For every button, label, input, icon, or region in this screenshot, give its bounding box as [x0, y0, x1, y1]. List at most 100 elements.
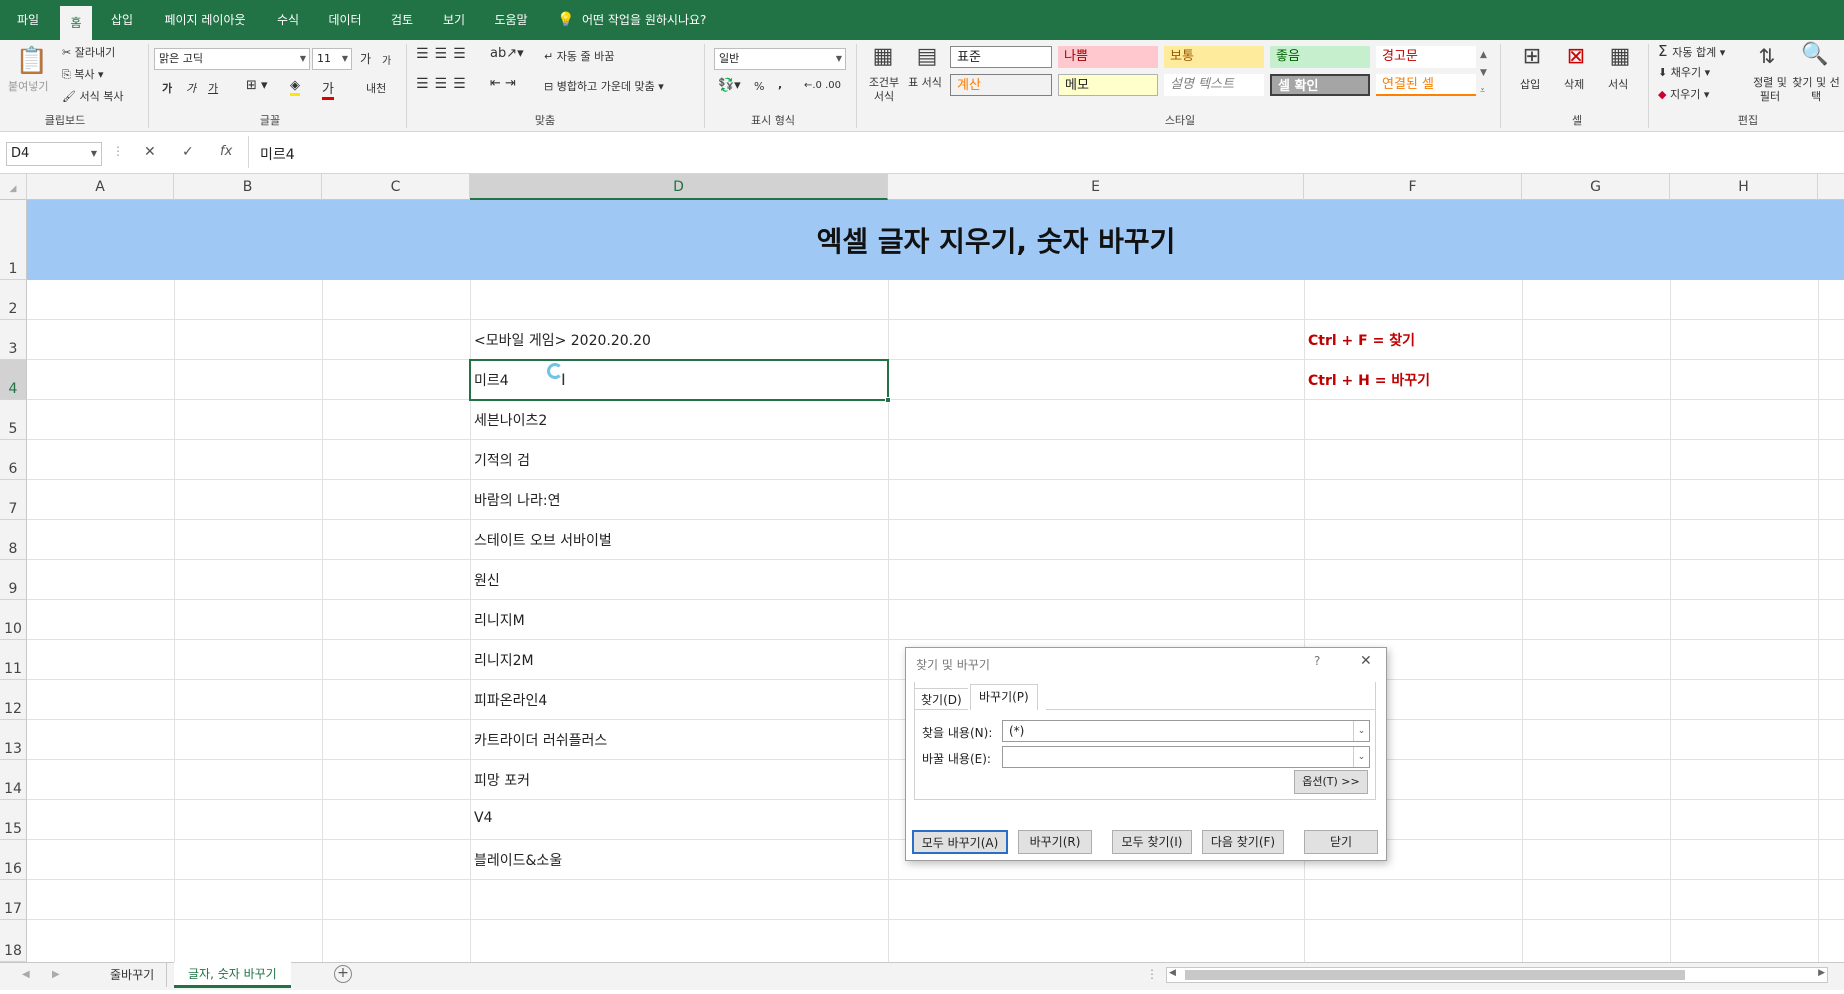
replace-input[interactable]: ⌄ — [1002, 746, 1370, 768]
chevron-down-icon[interactable]: ▼ — [91, 143, 97, 165]
comma-button[interactable]: , — [778, 78, 782, 91]
column-header-c[interactable]: C — [322, 174, 470, 200]
row-header-5[interactable]: 5 — [0, 400, 27, 440]
horizontal-scrollbar[interactable]: ◀ ▶ — [1166, 967, 1828, 983]
add-sheet-icon[interactable]: + — [334, 965, 352, 983]
style-explanatory[interactable]: 설명 텍스트 — [1164, 74, 1264, 96]
cell-f3[interactable]: Ctrl + F = 찾기 — [1308, 330, 1415, 350]
clear-button[interactable]: ◆ 지우기 ▾ — [1658, 86, 1709, 102]
wrap-text-button[interactable]: ↵ 자동 줄 바꿈 — [544, 48, 614, 64]
fill-handle[interactable] — [885, 397, 891, 403]
replace-all-button[interactable]: 모두 바꾸기(A) — [912, 830, 1008, 854]
format-cells-icon[interactable]: ▦ — [1604, 44, 1636, 69]
sheet-title-cell[interactable]: 엑셀 글자 지우기, 숫자 바꾸기 — [27, 220, 1844, 260]
fill-color-icon[interactable]: ◈ — [290, 78, 300, 96]
cell-d13[interactable]: 카트라이더 러쉬플러스 — [474, 730, 607, 750]
style-calculation[interactable]: 계산 — [950, 74, 1052, 96]
row-header-11[interactable]: 11 — [0, 640, 27, 680]
prev-sheet-icon[interactable]: ◀ — [22, 969, 30, 980]
style-neutral[interactable]: 보통 — [1164, 46, 1264, 68]
orientation-icon[interactable]: ab↗▾ — [490, 46, 524, 61]
sheet-tab-2[interactable]: 글자, 숫자 바꾸기 — [174, 962, 291, 988]
delete-cells-button[interactable]: 삭제 — [1564, 76, 1584, 92]
format-cells-button[interactable]: 서식 — [1608, 76, 1628, 92]
indent-icons[interactable]: ⇤ ⇥ — [490, 76, 516, 91]
paste-icon[interactable]: 📋 — [14, 46, 50, 76]
sort-filter-button[interactable]: 정렬 및 필터 — [1748, 76, 1792, 104]
cell-d3[interactable]: <모바일 게임> 2020.20.20 — [474, 330, 651, 350]
table-format-button[interactable]: 표 서식 — [908, 76, 942, 90]
format-painter-button[interactable]: 🖌 서식 복사 — [62, 88, 123, 104]
font-name-select[interactable]: 맑은 고딕 ▼ — [154, 48, 310, 70]
find-select-button[interactable]: 찾기 및 선택 — [1792, 76, 1840, 104]
cut-button[interactable]: ✂ 잘라내기 — [62, 44, 115, 60]
decimal-icons[interactable]: ←.0 .00 — [804, 80, 841, 91]
row-header-16[interactable]: 16 — [0, 840, 27, 880]
tab-home[interactable]: 홈 — [60, 6, 92, 40]
horizontal-align-icons[interactable]: ☰☰☰ — [416, 76, 472, 92]
insert-cells-button[interactable]: 삽입 — [1520, 76, 1540, 92]
phonetic-button[interactable]: 내천 — [366, 80, 386, 96]
row-header-9[interactable]: 9 — [0, 560, 27, 600]
cell-d8[interactable]: 스테이트 오브 서바이벌 — [474, 530, 612, 550]
cancel-icon[interactable]: ✕ — [144, 144, 156, 160]
italic-button[interactable]: 가 — [186, 80, 196, 96]
row-header-18[interactable]: 18 — [0, 920, 27, 962]
close-icon[interactable]: ✕ — [1360, 653, 1372, 669]
row-header-2[interactable]: 2 — [0, 280, 27, 320]
shrink-font-button[interactable]: 가 — [382, 52, 391, 67]
merge-center-button[interactable]: ⊟ 병합하고 가운데 맞춤 ▾ — [544, 78, 664, 94]
tab-page-layout[interactable]: 페이지 레이아웃 — [156, 0, 254, 40]
column-header-h[interactable]: H — [1670, 174, 1818, 200]
style-good[interactable]: 좋음 — [1270, 46, 1370, 68]
row-header-15[interactable]: 15 — [0, 800, 27, 840]
options-button[interactable]: 옵션(T) >> — [1294, 770, 1368, 794]
tab-data[interactable]: 데이터 — [322, 0, 368, 40]
delete-cells-icon[interactable]: ⊠ — [1560, 44, 1592, 69]
currency-icon[interactable]: 💱▾ — [718, 78, 741, 93]
scrollbar-thumb[interactable] — [1185, 970, 1685, 980]
style-linked-cell[interactable]: 연결된 셀 — [1376, 74, 1476, 96]
find-next-button[interactable]: 다음 찾기(F) — [1202, 830, 1284, 854]
next-sheet-icon[interactable]: ▶ — [52, 969, 60, 980]
column-header-b[interactable]: B — [174, 174, 322, 200]
grow-font-button[interactable]: 가 — [360, 50, 371, 67]
tell-me-search[interactable]: 어떤 작업을 원하시나요? — [582, 0, 722, 40]
help-icon[interactable]: ? — [1314, 654, 1320, 668]
column-header-a[interactable]: A — [27, 174, 174, 200]
row-header-13[interactable]: 13 — [0, 720, 27, 760]
find-select-icon[interactable]: 🔍 — [1800, 42, 1830, 67]
conditional-format-icon[interactable]: ▦ — [866, 44, 900, 69]
cell-d7[interactable]: 바람의 나라:연 — [474, 490, 560, 510]
row-header-6[interactable]: 6 — [0, 440, 27, 480]
find-input[interactable]: (*) ⌄ — [1002, 720, 1370, 742]
font-size-select[interactable]: 11 ▼ — [312, 48, 352, 70]
tab-view[interactable]: 보기 — [436, 0, 472, 40]
tab-review[interactable]: 검토 — [384, 0, 420, 40]
vertical-align-icons[interactable]: ☰☰☰ — [416, 46, 472, 62]
find-all-button[interactable]: 모두 찾기(I) — [1112, 830, 1192, 854]
cell-d11[interactable]: 리니지2M — [474, 650, 534, 670]
insert-cells-icon[interactable]: ⊞ — [1516, 44, 1548, 69]
replace-history-dropdown[interactable]: ⌄ — [1353, 747, 1369, 767]
cell-d9[interactable]: 원신 — [474, 570, 500, 590]
row-header-12[interactable]: 12 — [0, 680, 27, 720]
font-color-icon[interactable]: 가 — [322, 78, 334, 100]
cell-d15[interactable]: V4 — [474, 810, 492, 826]
select-all-corner[interactable]: ◢ — [0, 174, 27, 200]
cell-d5[interactable]: 세븐나이츠2 — [474, 410, 547, 430]
style-bad[interactable]: 나쁨 — [1058, 46, 1158, 68]
tab-replace[interactable]: 바꾸기(P) — [970, 684, 1038, 710]
number-format-select[interactable]: 일반 ▼ — [714, 48, 846, 70]
close-button[interactable]: 닫기 — [1304, 830, 1378, 854]
row-header-3[interactable]: 3 — [0, 320, 27, 360]
enter-icon[interactable]: ✓ — [182, 144, 194, 160]
styles-scroll-icons[interactable]: ▲ ▼ ⩡ — [1480, 46, 1487, 100]
column-header-g[interactable]: G — [1522, 174, 1670, 200]
underline-button[interactable]: 가 — [208, 80, 218, 96]
replace-button[interactable]: 바꾸기(R) — [1018, 830, 1092, 854]
sort-filter-icon[interactable]: ⇅ — [1752, 44, 1782, 68]
paste-button-label[interactable]: 붙여넣기 — [8, 78, 48, 94]
style-note[interactable]: 메모 — [1058, 74, 1158, 96]
row-header-17[interactable]: 17 — [0, 880, 27, 920]
